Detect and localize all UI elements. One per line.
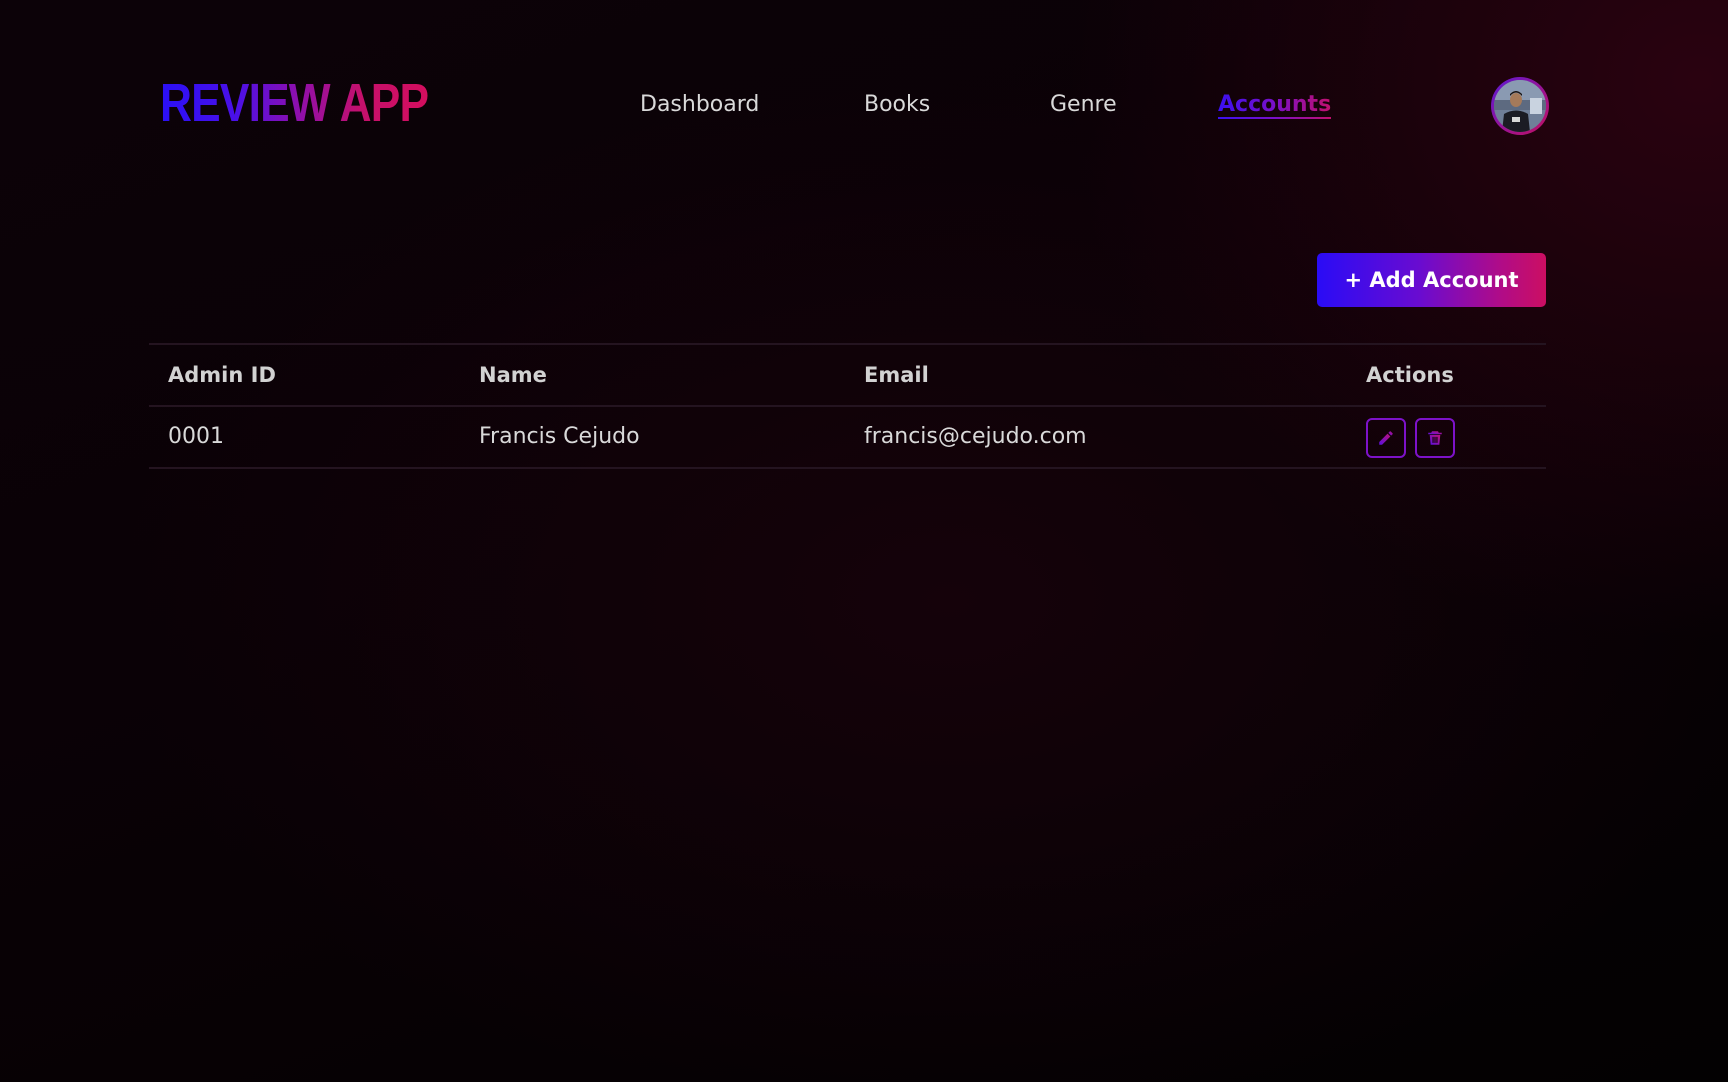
add-account-button[interactable]: + Add Account (1317, 253, 1546, 307)
nav-link-accounts-label: Accounts (1218, 92, 1332, 117)
table-header-row: Admin ID Name Email Actions (149, 345, 1546, 405)
email-cell: francis@cejudo.com (864, 424, 1087, 449)
app-logo[interactable]: REVIEW APP (160, 70, 429, 136)
table-row: 0001 Francis Cejudo francis@cejudo.com (149, 407, 1546, 467)
nav-link-accounts[interactable]: Accounts (1218, 90, 1332, 120)
delete-account-button[interactable] (1415, 418, 1455, 458)
table-bottom-divider (149, 467, 1546, 469)
user-avatar[interactable] (1491, 77, 1549, 135)
trash-icon (1428, 431, 1442, 445)
column-header-actions: Actions (1366, 363, 1454, 387)
name-cell: Francis Cejudo (479, 424, 640, 449)
nav-link-genre[interactable]: Genre (1050, 90, 1117, 120)
admin-id-cell: 0001 (168, 424, 224, 449)
column-header-email: Email (864, 363, 929, 387)
pencil-icon (1379, 431, 1393, 445)
user-photo-avatar-icon (1494, 80, 1546, 132)
accounts-table: Admin ID Name Email Actions 0001 Francis… (149, 343, 1546, 469)
column-header-admin-id: Admin ID (168, 363, 276, 387)
active-nav-underline (1218, 117, 1332, 119)
edit-account-button[interactable] (1366, 418, 1406, 458)
nav-link-dashboard[interactable]: Dashboard (640, 90, 759, 120)
nav-link-books[interactable]: Books (864, 90, 930, 120)
column-header-name: Name (479, 363, 547, 387)
